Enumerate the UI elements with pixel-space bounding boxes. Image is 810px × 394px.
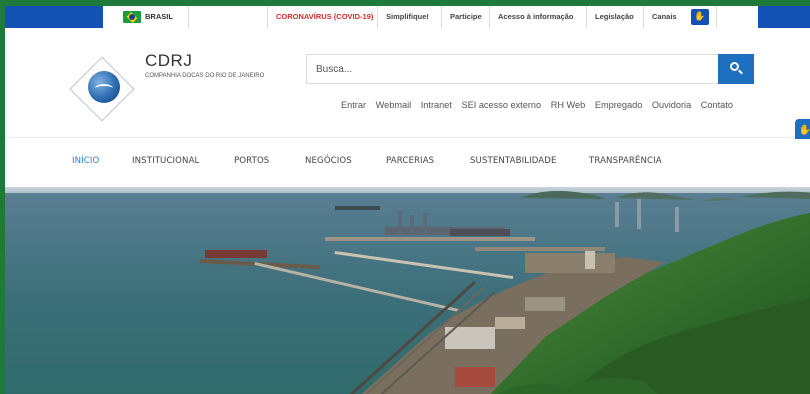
gov-divider [188, 6, 189, 28]
nav-item-inicio[interactable]: INÍCIO [72, 156, 99, 166]
hero-port-image[interactable] [5, 187, 810, 394]
nav-item-transparencia[interactable]: TRANSPARÊNCIA [589, 156, 662, 166]
search-button[interactable] [718, 54, 754, 84]
nav-item-sustentabilidade[interactable]: SUSTENTABILIDADE [470, 156, 557, 166]
gov-bar-blue-right [758, 6, 810, 28]
hero-port-illustration [5, 187, 810, 394]
cdrj-logo[interactable] [67, 54, 137, 124]
gov-link-coronavirus[interactable]: CORONAVÍRUS (COVID-19) [267, 6, 381, 28]
brazil-flag-icon[interactable] [123, 11, 141, 23]
main-nav: INÍCIO INSTITUCIONAL PORTOS NEGÓCIOS PAR… [5, 139, 810, 187]
brand-title[interactable]: CDRJ [145, 51, 192, 71]
site-header: CDRJ COMPANHIA DOCAS DO RIO DE JANEIRO E… [5, 28, 810, 138]
search-box [306, 54, 726, 84]
util-link-empregado[interactable]: Empregado [595, 100, 643, 110]
page-frame: BRASIL CORONAVÍRUS (COVID-19) Simplifiqu… [0, 0, 810, 394]
gov-link-canais[interactable]: Canais [643, 6, 685, 28]
utility-links: Entrar Webmail Intranet SEI acesso exter… [341, 100, 740, 114]
nav-item-institucional[interactable]: INSTITUCIONAL [132, 156, 199, 166]
gov-bar: BRASIL CORONAVÍRUS (COVID-19) Simplifiqu… [5, 6, 810, 28]
util-link-rh-web[interactable]: RH Web [551, 100, 586, 110]
gov-link-acesso-informacao[interactable]: Acesso à informação [489, 6, 581, 28]
util-link-intranet[interactable]: Intranet [421, 100, 452, 110]
util-link-contato[interactable]: Contato [701, 100, 733, 110]
gov-link-simplifique[interactable]: Simplifique! [377, 6, 437, 28]
gov-bar-blue-left [5, 6, 103, 28]
search-input[interactable] [307, 55, 719, 83]
globe-icon [88, 71, 120, 103]
util-link-sei[interactable]: SEI acesso externo [461, 100, 541, 110]
nav-item-portos[interactable]: PORTOS [234, 156, 269, 166]
gov-link-participe[interactable]: Participe [441, 6, 490, 28]
hand-icon[interactable]: ✋ [691, 9, 709, 25]
util-link-ouvidoria[interactable]: Ouvidoria [652, 100, 691, 110]
search-icon [730, 62, 739, 71]
nav-item-negocios[interactable]: NEGÓCIOS [305, 156, 352, 166]
gov-divider [716, 6, 717, 28]
util-link-webmail[interactable]: Webmail [376, 100, 412, 110]
brand-subtitle: COMPANHIA DOCAS DO RIO DE JANEIRO [145, 73, 265, 79]
nav-item-parcerias[interactable]: PARCERIAS [386, 156, 434, 166]
gov-link-legislacao[interactable]: Legislação [586, 6, 642, 28]
util-link-entrar[interactable]: Entrar [341, 100, 366, 110]
gov-brasil-link[interactable]: BRASIL [145, 6, 173, 28]
